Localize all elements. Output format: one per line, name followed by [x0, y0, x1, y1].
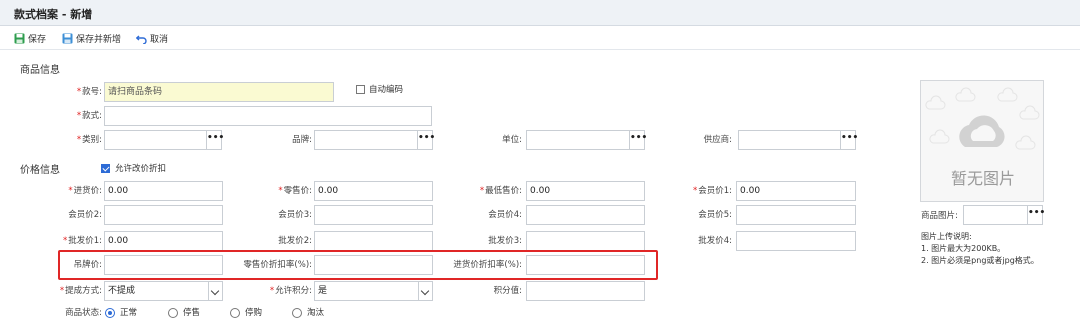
supplier-label: 供应商: — [703, 135, 732, 145]
save-button[interactable]: 保存 — [14, 30, 46, 46]
product-image-placeholder: 暂无图片 — [920, 80, 1044, 202]
status-option-normal: 正常 — [120, 308, 138, 318]
auto-code-label: 自动编码 — [369, 85, 404, 95]
member5-label: 会员价5: — [698, 210, 732, 220]
upload-note-1: 1. 图片最大为200KB。 — [921, 244, 1006, 253]
section-product-info: 商品信息 — [20, 65, 60, 76]
style-input[interactable] — [104, 106, 432, 126]
supplier-lookup[interactable]: ••• — [738, 130, 858, 150]
member3-label: 会员价3: — [278, 210, 312, 220]
chevron-down-icon[interactable] — [418, 282, 432, 300]
chevron-down-icon[interactable] — [208, 282, 222, 300]
member4-input[interactable] — [526, 205, 645, 225]
commission-select[interactable]: 不提成 — [104, 281, 223, 301]
retail-price-label: *零售价: — [278, 186, 312, 196]
window-title: 款式档案 - 新增 — [14, 8, 93, 21]
save-new-label: 保存并新增 — [76, 34, 122, 45]
undo-icon — [136, 33, 147, 44]
wholesale2-input[interactable] — [314, 231, 433, 251]
status-radio-stop-sale[interactable] — [168, 308, 178, 318]
cancel-button[interactable]: 取消 — [136, 30, 168, 46]
category-lookup[interactable]: ••• — [104, 130, 224, 150]
cancel-label: 取消 — [150, 34, 169, 45]
unit-lookup-button[interactable]: ••• — [629, 131, 647, 149]
upload-note-2: 2. 图片必须是png或者jpg格式。 — [921, 256, 1039, 265]
no-image-text: 暂无图片 — [950, 169, 1015, 188]
save-new-icon — [62, 33, 73, 44]
allow-discount-checkbox[interactable] — [101, 164, 110, 173]
member2-label: 会员价2: — [68, 210, 102, 220]
save-and-new-button[interactable]: 保存并新增 — [62, 30, 121, 46]
status-label: 商品状态: — [65, 308, 102, 318]
purchase-discount-label: 进货价折扣率(%): — [453, 260, 522, 270]
brand-lookup[interactable]: ••• — [314, 130, 435, 150]
image-lookup-button[interactable]: ••• — [1027, 206, 1045, 224]
tag-price-label: 吊牌价: — [73, 260, 102, 270]
commission-label: *提成方式: — [59, 286, 102, 296]
member5-input[interactable] — [736, 205, 856, 225]
category-lookup-button[interactable]: ••• — [206, 131, 224, 149]
product-image-label: 商品图片: — [921, 211, 958, 221]
member4-label: 会员价4: — [488, 210, 522, 220]
status-radio-normal[interactable] — [105, 308, 115, 318]
min-price-label: *最低售价: — [479, 186, 522, 196]
upload-notes-title: 图片上传说明: — [921, 232, 972, 241]
unit-lookup[interactable]: ••• — [526, 130, 647, 150]
supplier-lookup-button[interactable]: ••• — [840, 131, 858, 149]
product-image-lookup[interactable]: ••• — [963, 205, 1045, 225]
member1-label: *会员价1: — [692, 186, 732, 196]
member3-input[interactable] — [314, 205, 433, 225]
commission-value: 不提成 — [108, 286, 136, 296]
code-label: *款号: — [76, 87, 102, 97]
member2-input[interactable] — [104, 205, 223, 225]
brand-label: 品牌: — [292, 135, 312, 145]
category-label: *类别: — [76, 135, 102, 145]
member1-input[interactable]: 0.00 — [736, 181, 856, 201]
purchase-price-label: *进货价: — [68, 186, 102, 196]
points-label: 积分值: — [493, 286, 522, 296]
auto-code-checkbox[interactable] — [356, 85, 365, 94]
wholesale3-input[interactable] — [526, 231, 645, 251]
retail-price-input[interactable]: 0.00 — [314, 181, 433, 201]
purchase-price-input[interactable]: 0.00 — [104, 181, 223, 201]
wholesale3-label: 批发价3: — [488, 236, 522, 246]
retail-discount-input[interactable] — [314, 255, 433, 275]
save-icon — [14, 33, 25, 44]
style-label: *款式: — [76, 111, 102, 121]
wholesale1-label: *批发价1: — [62, 236, 102, 246]
section-price-info: 价格信息 — [20, 165, 60, 176]
window-titlebar: 款式档案 - 新增 — [0, 0, 1080, 26]
min-price-input[interactable]: 0.00 — [526, 181, 645, 201]
allow-discount-label: 允许改价折扣 — [115, 164, 167, 174]
wholesale1-input[interactable]: 0.00 — [104, 231, 223, 251]
status-option-obsolete: 淘汰 — [307, 308, 325, 318]
allow-points-select[interactable]: 是 — [314, 281, 433, 301]
status-radio-obsolete[interactable] — [292, 308, 302, 318]
toolbar: 保存 保存并新增 取消 — [0, 26, 1080, 50]
tag-price-input[interactable] — [104, 255, 223, 275]
save-label: 保存 — [28, 34, 47, 45]
status-option-stop-purchase: 停购 — [245, 308, 263, 318]
points-input[interactable] — [526, 281, 645, 301]
brand-lookup-button[interactable]: ••• — [417, 131, 435, 149]
code-input[interactable]: 请扫商品条码 — [104, 82, 334, 102]
purchase-discount-input[interactable] — [526, 255, 645, 275]
status-option-stop-sale: 停售 — [183, 308, 201, 318]
status-radio-stop-purchase[interactable] — [230, 308, 240, 318]
allow-points-value: 是 — [318, 286, 328, 296]
wholesale4-label: 批发价4: — [698, 236, 732, 246]
allow-points-label: *允许积分: — [269, 286, 312, 296]
unit-label: 单位: — [502, 135, 522, 145]
retail-discount-label: 零售价折扣率(%): — [243, 260, 312, 270]
wholesale2-label: 批发价2: — [278, 236, 312, 246]
wholesale4-input[interactable] — [736, 231, 856, 251]
